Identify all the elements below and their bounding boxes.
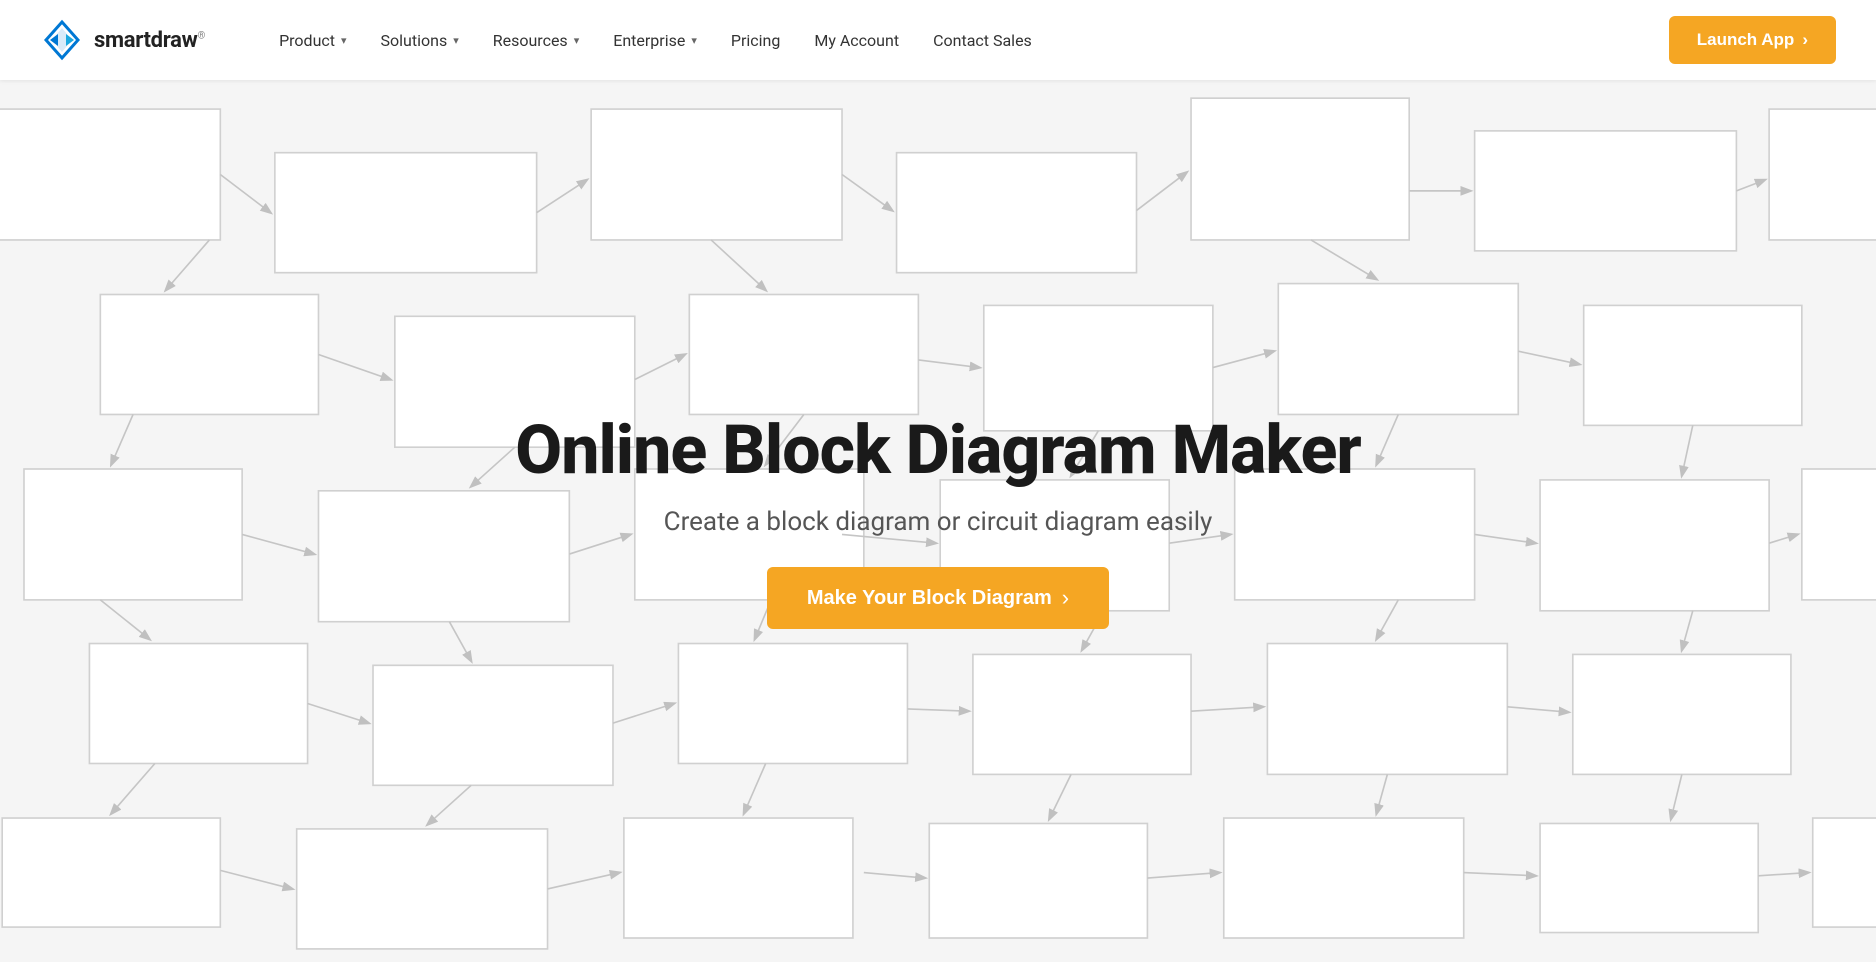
nav-item-pricing[interactable]: Pricing (717, 23, 795, 58)
logo-text: smartdraw® (94, 28, 205, 53)
hero-subtitle: Create a block diagram or circuit diagra… (664, 507, 1213, 537)
hero-title: Online Block Diagram Maker (515, 413, 1360, 488)
hero-content: Online Block Diagram Maker Create a bloc… (515, 413, 1360, 630)
nav-item-enterprise[interactable]: Enterprise ▾ (599, 23, 711, 58)
nav-item-contact-sales[interactable]: Contact Sales (919, 23, 1046, 58)
solutions-chevron-icon: ▾ (453, 34, 459, 47)
make-block-diagram-button[interactable]: Make Your Block Diagram › (767, 567, 1109, 629)
hero-section: .block { fill: #fff; stroke: #d0d0d0; st… (0, 0, 1876, 962)
nav-item-my-account[interactable]: My Account (800, 23, 913, 58)
smartdraw-logo-icon (40, 18, 84, 62)
nav-item-solutions[interactable]: Solutions ▾ (367, 23, 473, 58)
navbar: smartdraw® Product ▾ Solutions ▾ Resourc… (0, 0, 1876, 80)
product-chevron-icon: ▾ (341, 34, 347, 47)
logo[interactable]: smartdraw® (40, 18, 205, 62)
launch-app-button[interactable]: Launch App › (1669, 16, 1836, 64)
nav-links: Product ▾ Solutions ▾ Resources ▾ Enterp… (265, 23, 1669, 58)
enterprise-chevron-icon: ▾ (691, 34, 697, 47)
nav-item-resources[interactable]: Resources ▾ (479, 23, 593, 58)
nav-item-product[interactable]: Product ▾ (265, 23, 360, 58)
resources-chevron-icon: ▾ (574, 34, 580, 47)
